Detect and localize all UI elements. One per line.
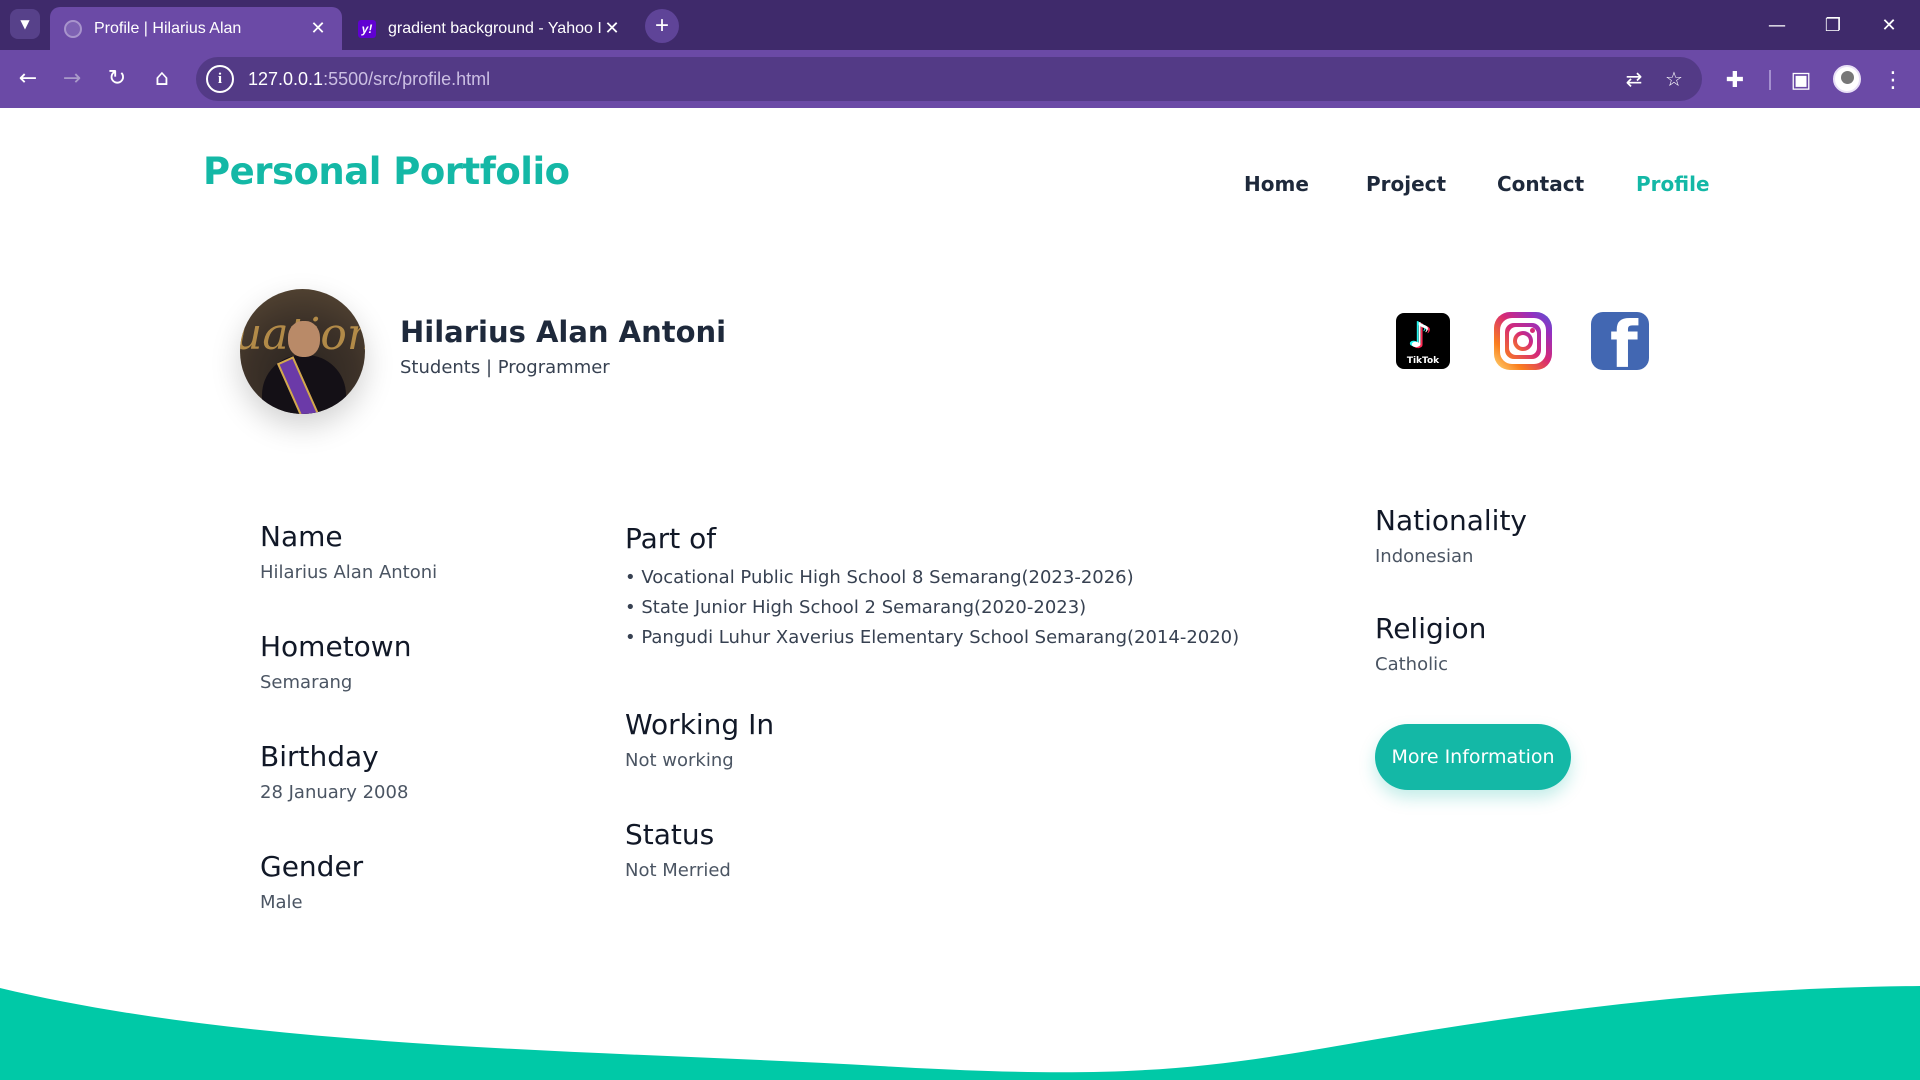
browser-tabstrip: ▼ Profile | Hilarius Alan ✕ y! gradient …	[0, 0, 1920, 50]
minimize-icon[interactable]: —	[1749, 0, 1805, 50]
birthday-label: Birthday	[260, 740, 379, 773]
tiktok-note-glyph: ♪	[1409, 316, 1431, 356]
gender-label: Gender	[260, 850, 364, 883]
working-in-value: Not working	[625, 750, 734, 771]
more-information-button[interactable]: More Information	[1375, 724, 1571, 790]
nav-home[interactable]: Home	[1244, 172, 1309, 196]
tab-close-icon[interactable]: ✕	[308, 18, 328, 39]
tab-profile[interactable]: Profile | Hilarius Alan ✕	[50, 7, 342, 50]
birthday-value: 28 January 2008	[260, 782, 409, 803]
browser-toolbar: ← → ↻ ⌂ i 127.0.0.1:5500/src/profile.htm…	[0, 50, 1920, 108]
religion-label: Religion	[1375, 612, 1487, 645]
tiktok-label: TikTok	[1406, 356, 1440, 366]
tab-title: gradient background - Yahoo I	[388, 19, 602, 37]
name-value: Hilarius Alan Antoni	[260, 562, 438, 583]
photo-face	[288, 321, 320, 357]
list-item: • State Junior High School 2 Semarang(20…	[625, 597, 1087, 618]
globe-favicon-icon	[64, 19, 82, 38]
name-label: Name	[260, 520, 343, 553]
toolbar-divider	[1769, 70, 1771, 90]
tiktok-icon[interactable]: ♪ TikTok	[1396, 313, 1450, 369]
yahoo-favicon-icon: y!	[358, 19, 376, 38]
facebook-f-glyph: f	[1610, 312, 1638, 370]
hometown-label: Hometown	[260, 630, 412, 663]
url-text[interactable]: 127.0.0.1:5500/src/profile.html	[248, 69, 490, 90]
back-arrow-icon[interactable]: ←	[8, 58, 48, 98]
forward-arrow-icon[interactable]: →	[52, 58, 92, 98]
extensions-icon[interactable]: ✚	[1719, 64, 1751, 96]
url-path: :5500/src/profile.html	[323, 68, 491, 89]
site-info-icon[interactable]: i	[206, 65, 234, 93]
gender-value: Male	[260, 892, 303, 913]
profile-name: Hilarius Alan Antoni	[400, 315, 727, 349]
tab-search-chevron-icon[interactable]: ▼	[10, 9, 40, 39]
address-bar[interactable]: i 127.0.0.1:5500/src/profile.html ⇄ ☆	[196, 57, 1702, 101]
list-item: • Vocational Public High School 8 Semara…	[625, 567, 1134, 588]
status-label: Status	[625, 818, 715, 851]
nav-project[interactable]: Project	[1366, 172, 1446, 196]
instagram-icon[interactable]	[1494, 312, 1552, 370]
working-in-label: Working In	[625, 708, 775, 741]
nav-profile[interactable]: Profile	[1636, 172, 1710, 196]
translate-icon[interactable]: ⇄	[1620, 65, 1648, 93]
reload-icon[interactable]: ↻	[97, 58, 137, 98]
page-content: Personal Portfolio Home Project Contact …	[0, 108, 1920, 1080]
tab-close-icon[interactable]: ✕	[602, 18, 622, 39]
tab-yahoo[interactable]: y! gradient background - Yahoo I ✕	[344, 7, 636, 50]
nationality-value: Indonesian	[1375, 546, 1474, 567]
tab-title: Profile | Hilarius Alan	[94, 19, 242, 37]
hometown-value: Semarang	[260, 672, 353, 693]
nav-contact[interactable]: Contact	[1497, 172, 1584, 196]
home-icon[interactable]: ⌂	[142, 58, 182, 98]
profile-avatar-icon[interactable]	[1833, 65, 1861, 93]
site-brand[interactable]: Personal Portfolio	[203, 150, 570, 193]
facebook-icon[interactable]: f	[1591, 312, 1649, 370]
part-of-list: • Vocational Public High School 8 Semara…	[625, 563, 1239, 653]
more-menu-icon[interactable]: ⋮	[1877, 64, 1909, 96]
footer-wave	[0, 986, 1920, 1080]
profile-role: Students | Programmer	[400, 357, 610, 378]
profile-photo: uation	[240, 289, 365, 414]
bookmark-star-icon[interactable]: ☆	[1660, 65, 1688, 93]
window-close-icon[interactable]: ✕	[1861, 0, 1917, 50]
restore-icon[interactable]: ❐	[1805, 0, 1861, 50]
side-panel-icon[interactable]: ▣	[1785, 64, 1817, 96]
url-host: 127.0.0.1	[248, 68, 324, 89]
status-value: Not Merried	[625, 860, 731, 881]
new-tab-button[interactable]: +	[645, 9, 679, 43]
religion-value: Catholic	[1375, 654, 1448, 675]
nationality-label: Nationality	[1375, 504, 1528, 537]
part-of-label: Part of	[625, 522, 717, 555]
list-item: • Pangudi Luhur Xaverius Elementary Scho…	[625, 627, 1240, 648]
